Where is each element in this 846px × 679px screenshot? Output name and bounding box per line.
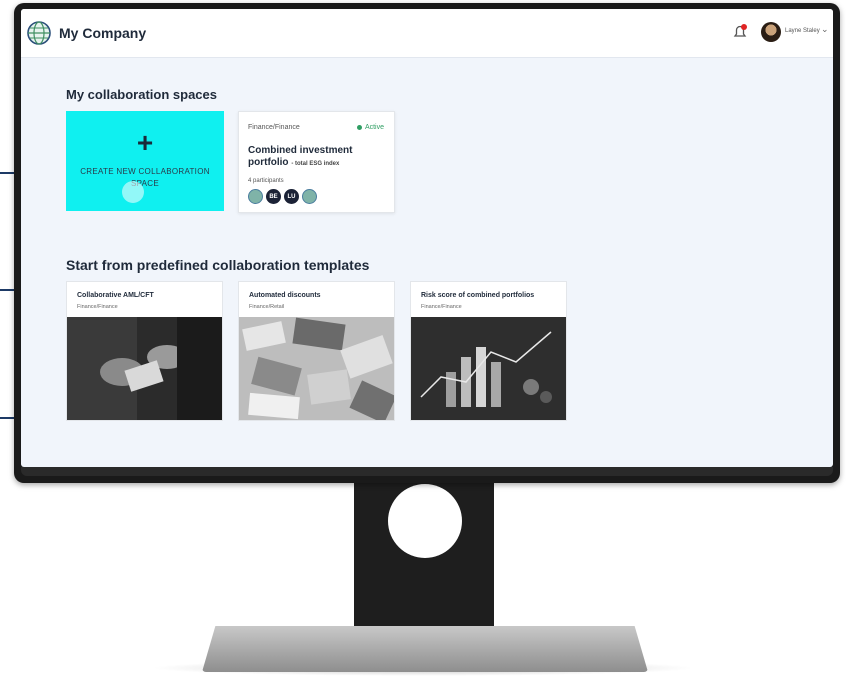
- space-title: Combined investment portfolio - total ES…: [248, 145, 388, 170]
- template-category: Finance/Finance: [77, 304, 118, 310]
- space-category: Finance/Finance: [248, 124, 300, 131]
- space-subtitle: - total ESG index: [291, 161, 340, 167]
- app-title: My Company: [59, 25, 147, 41]
- template-title: Risk score of combined portfolios: [421, 292, 535, 299]
- participant-chip: LU: [284, 189, 299, 204]
- template-card-discounts[interactable]: Automated discounts Finance/Retail: [238, 281, 395, 421]
- status-badge: Active: [356, 124, 384, 131]
- monitor-chin: [21, 467, 833, 476]
- template-card-aml[interactable]: Collaborative AML/CFT Finance/Finance: [66, 281, 223, 421]
- monitor-base: [202, 626, 648, 672]
- globe-logo-icon: [27, 21, 51, 45]
- chevron-down-icon[interactable]: ⌄: [821, 24, 829, 35]
- participant-globe-icon: [302, 189, 317, 204]
- user-name[interactable]: Layne Staley: [785, 28, 820, 34]
- template-image-financial-chart: [411, 317, 566, 420]
- template-card-risk-score[interactable]: Risk score of combined portfolios Financ…: [410, 281, 567, 421]
- participant-chips: BE LU: [248, 189, 317, 204]
- create-space-button[interactable]: + CREATE NEW COLLABORATION SPACE: [66, 111, 224, 211]
- template-category: Finance/Finance: [421, 304, 462, 310]
- notification-bell-icon[interactable]: [731, 23, 749, 41]
- template-category: Finance/Retail: [249, 304, 285, 310]
- template-title: Collaborative AML/CFT: [77, 292, 154, 299]
- template-image-discount-tags: [239, 317, 394, 420]
- participants-count: 4 participants: [248, 178, 284, 184]
- section-heading-templates: Start from predefined collaboration temp…: [66, 257, 370, 273]
- plus-icon: +: [136, 127, 154, 158]
- status-label: Active: [364, 124, 384, 131]
- monitor: My Company Layne Staley ⌄ My collaborati…: [14, 3, 840, 483]
- click-indicator: [122, 181, 144, 203]
- status-dot-icon: [356, 124, 362, 130]
- monitor-neck-hole: [388, 484, 462, 558]
- section-heading-spaces: My collaboration spaces: [66, 87, 217, 102]
- template-image-hands-envelope: [67, 317, 222, 420]
- participant-chip: BE: [266, 189, 281, 204]
- app-screen: My Company Layne Staley ⌄ My collaborati…: [21, 9, 833, 467]
- collaboration-space-card[interactable]: Finance/Finance Active Combined investme…: [238, 111, 395, 213]
- top-bar: My Company Layne Staley ⌄: [21, 9, 833, 58]
- template-title: Automated discounts: [249, 292, 321, 299]
- avatar[interactable]: [761, 22, 781, 42]
- participant-globe-icon: [248, 189, 263, 204]
- create-space-label: CREATE NEW COLLABORATION SPACE: [80, 167, 210, 188]
